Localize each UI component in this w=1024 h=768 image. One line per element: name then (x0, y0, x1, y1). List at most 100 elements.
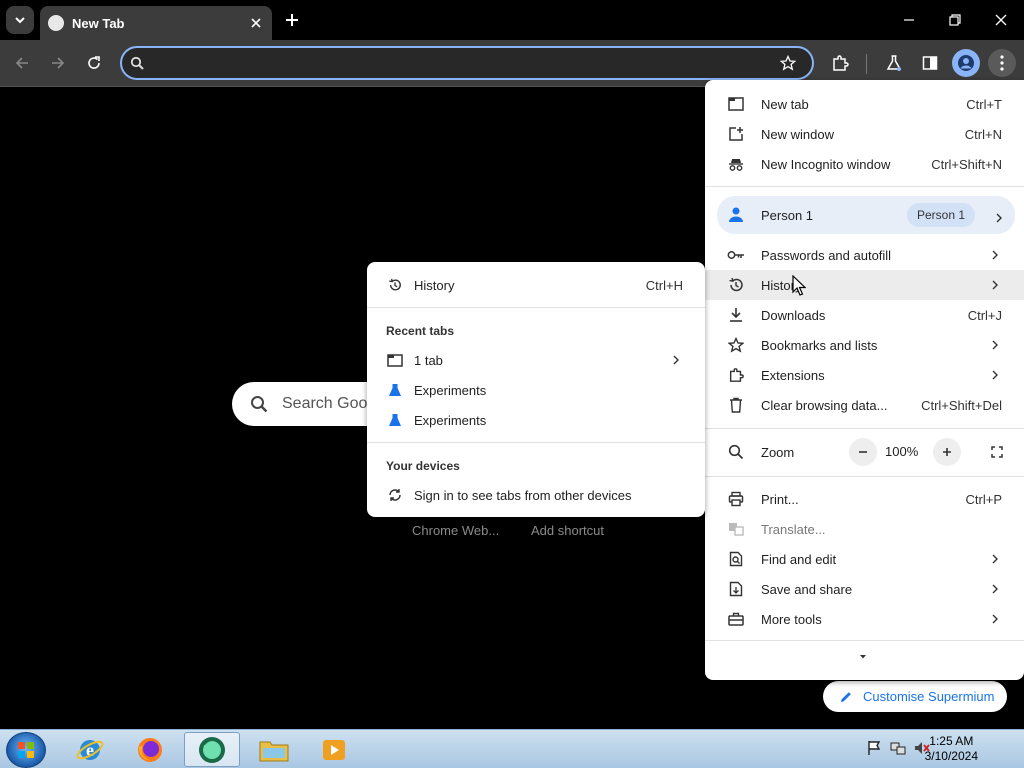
translate-icon (727, 520, 745, 538)
menu-separator (705, 428, 1024, 429)
search-icon (130, 56, 144, 70)
side-panel-icon (922, 56, 938, 70)
profile-button[interactable] (952, 49, 980, 77)
history-icon (727, 276, 745, 294)
zoom-icon (727, 443, 745, 461)
menu-item-extensions[interactable]: Extensions (705, 360, 1024, 390)
main-menu: New tab Ctrl+T New window Ctrl+N New Inc… (705, 80, 1024, 680)
person-badge: Person 1 (906, 203, 975, 227)
zoom-value: 100% (885, 444, 919, 459)
labs-button[interactable] (880, 49, 908, 77)
chevron-right-icon (990, 584, 1000, 594)
person-icon (727, 206, 745, 229)
history-submenu: History Ctrl+H Recent tabs 1 tab Experim… (367, 262, 705, 517)
menu-item-new-incognito[interactable]: New Incognito window Ctrl+Shift+N (705, 149, 1024, 179)
shortcut-chrome-web-store[interactable]: Chrome Web... (412, 523, 499, 538)
menu-item-translate[interactable]: Translate... (705, 514, 1024, 544)
submenu-item-experiments[interactable]: Experiments (367, 375, 705, 405)
side-panel-button[interactable] (916, 49, 944, 77)
submenu-item-history[interactable]: History Ctrl+H (367, 270, 705, 300)
menu-item-person[interactable]: Person 1 Person 1 (717, 196, 1015, 234)
minimize-icon (904, 19, 914, 21)
menu-separator (705, 476, 1024, 477)
back-button[interactable] (8, 49, 36, 77)
forward-button[interactable] (44, 49, 72, 77)
taskbar-firefox[interactable] (122, 732, 178, 767)
bookmark-star-button[interactable] (776, 51, 800, 75)
chevron-right-icon (990, 250, 1000, 260)
windows-logo-icon (18, 742, 34, 758)
ntp-search-placeholder: Search Goo (282, 395, 368, 412)
save-icon (727, 580, 745, 598)
star-outline-icon (780, 55, 796, 71)
find-icon (727, 550, 745, 568)
menu-item-print[interactable]: Print... Ctrl+P (705, 484, 1024, 514)
taskbar-explorer[interactable] (246, 732, 302, 767)
history-icon (387, 277, 403, 293)
submenu-item-1-tab[interactable]: 1 tab (367, 345, 705, 375)
close-icon (995, 14, 1007, 26)
clock-date: 3/10/2024 (924, 749, 978, 763)
submenu-separator (367, 442, 705, 443)
tab-search-button[interactable] (6, 6, 34, 34)
folder-icon (259, 741, 289, 761)
chevron-down-icon (15, 17, 25, 24)
chevron-right-icon (990, 370, 1000, 380)
reload-button[interactable] (80, 49, 108, 77)
close-icon (251, 18, 261, 28)
print-icon (727, 490, 745, 508)
zoom-out-button[interactable] (849, 438, 877, 466)
flag-icon[interactable] (866, 740, 882, 756)
address-input[interactable] (152, 55, 776, 71)
zoom-in-button[interactable] (933, 438, 961, 466)
mouse-cursor-icon (792, 275, 806, 296)
menu-item-new-window[interactable]: New window Ctrl+N (705, 119, 1024, 149)
restore-button[interactable] (940, 6, 970, 34)
chevron-right-icon (990, 554, 1000, 564)
tab-close-button[interactable] (246, 13, 266, 33)
menu-item-bookmarks[interactable]: Bookmarks and lists (705, 330, 1024, 360)
supermium-icon (199, 736, 225, 763)
address-bar[interactable] (120, 46, 814, 80)
expand-more-icon[interactable] (858, 652, 868, 662)
menu-item-clear-browsing-data[interactable]: Clear browsing data... Ctrl+Shift+Del (705, 390, 1024, 420)
start-button[interactable] (6, 732, 46, 768)
customise-button[interactable]: Customise Supermium (823, 681, 1007, 712)
new-tab-button[interactable] (280, 8, 304, 32)
new-window-icon (727, 125, 745, 143)
submenu-item-sign-in[interactable]: Sign in to see tabs from other devices (367, 480, 705, 510)
tab-new-tab[interactable]: New Tab (40, 6, 272, 40)
chevron-right-icon (990, 280, 1000, 290)
arrow-left-icon (15, 57, 28, 69)
person-icon (958, 55, 974, 71)
submenu-item-experiments[interactable]: Experiments (367, 405, 705, 435)
network-icon[interactable] (890, 740, 906, 756)
media-player-icon (323, 739, 345, 760)
main-menu-button[interactable] (988, 49, 1016, 77)
menu-item-history[interactable]: History (705, 270, 1024, 300)
menu-item-find-and-edit[interactable]: Find and edit (705, 544, 1024, 574)
menu-item-more-tools[interactable]: More tools (705, 604, 1024, 634)
shortcut-add-shortcut[interactable]: Add shortcut (531, 523, 604, 538)
fullscreen-button[interactable] (983, 438, 1011, 466)
system-clock[interactable]: 1:25 AM 3/10/2024 (925, 734, 978, 764)
taskbar-supermium[interactable] (184, 732, 240, 767)
clock-time: 1:25 AM (929, 734, 974, 748)
sync-icon (387, 487, 403, 503)
menu-item-new-tab[interactable]: New tab Ctrl+T (705, 89, 1024, 119)
minimize-button[interactable] (894, 6, 924, 34)
taskbar-media-player[interactable] (306, 732, 362, 767)
puzzle-icon (833, 55, 849, 71)
close-window-button[interactable] (986, 6, 1016, 34)
menu-item-downloads[interactable]: Downloads Ctrl+J (705, 300, 1024, 330)
minus-icon (859, 451, 867, 453)
incognito-icon (727, 155, 745, 173)
chevron-right-icon (990, 614, 1000, 624)
internet-explorer-icon: e (76, 739, 104, 760)
extensions-button[interactable] (826, 49, 854, 77)
toolbar-separator (866, 54, 867, 74)
menu-item-save-and-share[interactable]: Save and share (705, 574, 1024, 604)
taskbar-internet-explorer[interactable]: e (62, 732, 118, 767)
window-icon (387, 352, 403, 368)
menu-item-passwords[interactable]: Passwords and autofill (705, 240, 1024, 270)
